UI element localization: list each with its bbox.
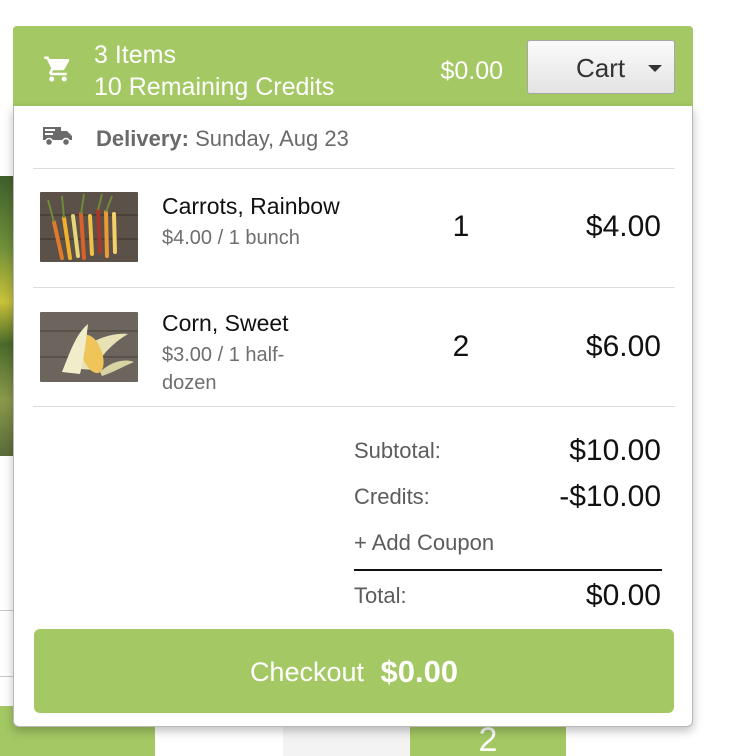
item-total: $4.00 <box>585 210 661 243</box>
cart-item-count: 3 Items <box>94 41 176 69</box>
item-quantity[interactable]: 2 <box>434 330 488 364</box>
add-coupon-link[interactable]: + Add Coupon <box>354 530 494 556</box>
credits-value: -$10.00 <box>559 480 661 513</box>
cart-item: Carrots, Rainbow $4.00 / 1 bunch 1 $4.00 <box>14 169 692 287</box>
cart-dropdown-panel: Delivery: Sunday, Aug 23 Carrots, Rainbo… <box>13 106 693 727</box>
page: 2 3 Items 10 Remaining Credits $0.00 Car… <box>0 0 730 756</box>
delivery-truck-icon <box>43 127 72 147</box>
caret-down-icon <box>648 65 662 72</box>
checkout-amount: $0.00 <box>380 654 459 689</box>
cart-header[interactable]: 3 Items 10 Remaining Credits $0.00 Cart <box>13 26 693 108</box>
item-total: $6.00 <box>585 330 661 363</box>
cart-header-total: $0.00 <box>440 57 503 85</box>
item-unit-price: $4.00 / 1 bunch <box>162 227 300 249</box>
shopping-cart-icon <box>44 56 70 82</box>
cart-dropdown-button[interactable]: Cart <box>527 40 675 94</box>
checkout-button-content: Checkout $0.00 <box>34 654 674 690</box>
credits-label: Credits: <box>354 484 430 509</box>
total-label: Total: <box>354 583 407 608</box>
delivery-label: Delivery: <box>96 126 189 151</box>
delivery-date: Sunday, Aug 23 <box>195 126 349 151</box>
subtotal-label: Subtotal: <box>354 438 441 463</box>
checkout-button[interactable]: Checkout $0.00 <box>34 629 674 713</box>
subtotal-value: $10.00 <box>569 434 661 467</box>
rainbow-carrots-photo[interactable] <box>40 192 138 262</box>
cart-item: Corn, Sweet $3.00 / 1 half-dozen 2 $6.00 <box>14 288 692 406</box>
remaining-credits: 10 Remaining Credits <box>94 73 335 101</box>
checkout-label: Checkout <box>249 657 365 687</box>
sweet-corn-photo[interactable] <box>40 312 138 382</box>
divider <box>33 406 675 407</box>
item-name[interactable]: Corn, Sweet <box>162 309 289 337</box>
item-quantity[interactable]: 1 <box>434 210 488 244</box>
total-divider <box>354 569 662 571</box>
background-product-photo <box>0 176 14 456</box>
cart-button-label: Cart <box>576 53 626 83</box>
total-value: $0.00 <box>585 579 661 612</box>
delivery-info: Delivery: Sunday, Aug 23 <box>14 106 692 168</box>
delivery-text: Delivery: Sunday, Aug 23 <box>96 126 349 152</box>
item-unit-price: $3.00 / 1 half-dozen <box>162 344 285 394</box>
item-name[interactable]: Carrots, Rainbow <box>162 192 340 220</box>
